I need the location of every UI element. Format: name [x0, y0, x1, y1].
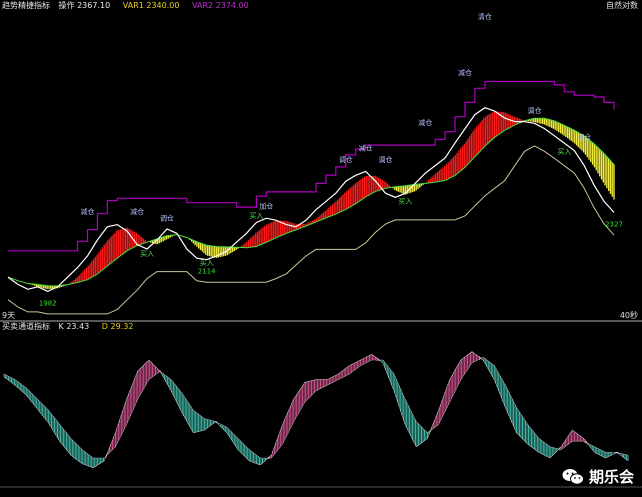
period-label: 9天 — [2, 311, 16, 320]
osc-hatch — [3, 351, 629, 468]
signal-label: 减仓 — [130, 207, 144, 216]
signal-label: 调仓 — [339, 155, 353, 164]
signal-label: 调仓 — [160, 213, 174, 222]
chart-svg: 减仓 减仓调仓加仓调仓减仓调仓减仓减仓清仓调仓调仓买入买入买入买入买入198221… — [0, 12, 642, 488]
d-label: D — [101, 322, 108, 331]
watermark: 期乐会 — [562, 466, 634, 487]
channel-upper-line — [8, 80, 615, 252]
trend-band — [28, 111, 615, 290]
wechat-icon — [562, 468, 584, 486]
osc-indicator-name: 买卖通道指标 — [2, 322, 50, 331]
price-value-label: 2114 — [198, 268, 216, 276]
k-label: K — [58, 322, 64, 331]
scale-label: 自然对数 — [606, 1, 638, 10]
time-label: 40秒 — [619, 311, 638, 320]
op-value: 2367.10 — [77, 1, 111, 10]
var1-value: 2340.00 — [146, 1, 180, 10]
signal-label: 买入 — [557, 148, 571, 156]
op-label: 操作 — [58, 1, 75, 10]
signal-label: 清仓 — [478, 12, 492, 21]
signal-label: 调仓 — [577, 132, 591, 141]
signal-label: 买入 — [140, 250, 154, 258]
signal-label: 减仓 — [359, 143, 373, 152]
signal-label: 调仓 — [528, 106, 542, 115]
signal-label: 加仓 — [259, 202, 273, 211]
d-value: 29.32 — [110, 322, 134, 331]
signal-label: 买入 — [200, 259, 214, 267]
osc-k-line — [3, 351, 629, 469]
chart-stage: 减仓 减仓 调仓 加仓 调仓 减仓 调仓 减仓 减仓 清仓 调仓 调仓 买入 买入 买入 买入 买入 1982 21… — [0, 0, 642, 493]
signal-label: 减仓 — [418, 118, 432, 127]
k-value: 23.43 — [66, 322, 90, 331]
signal-label: 买入 — [398, 197, 412, 205]
signal-label: 减仓 — [458, 68, 472, 77]
channel-lower-line — [7, 145, 615, 315]
indicator-name: 趋势精捷指标 — [2, 1, 50, 10]
watermark-text: 期乐会 — [588, 468, 634, 486]
price-value-label: 2327 — [605, 220, 623, 228]
var1-label: VAR1 — [122, 1, 144, 10]
signal-label: 买入 — [249, 212, 263, 220]
var2-value: 2374.00 — [215, 1, 249, 10]
var2-label: VAR2 — [192, 1, 214, 10]
signal-label: 调仓 — [379, 155, 393, 164]
osc-header: 买卖通道指标 K 23.43 D 29.32 — [2, 322, 133, 332]
price-value-label: 1982 — [39, 299, 57, 307]
top-header: 趋势精捷指标 操作 2367.10 VAR1 2340.00 VAR2 2374… — [2, 1, 249, 11]
signal-label: 减仓 — [80, 207, 94, 216]
